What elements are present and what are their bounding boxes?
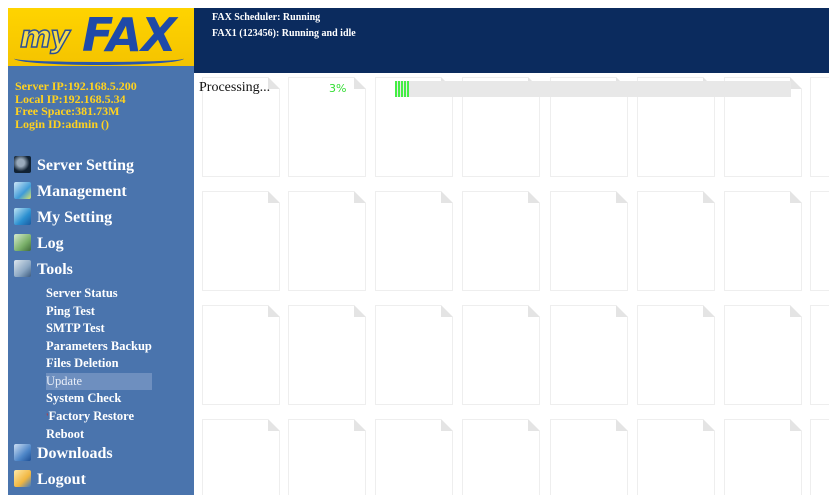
menu-log-label: Log — [37, 235, 64, 252]
thumbnail-tile — [724, 419, 802, 495]
thumbnail-tile — [375, 305, 453, 405]
submenu-update-label: Update — [46, 373, 83, 388]
thumbnail-tile — [202, 191, 280, 291]
thumbnail-tile — [462, 191, 540, 291]
thumbnail-tile — [288, 191, 366, 291]
menu-server-setting-label: Server Setting — [37, 157, 135, 174]
thumbnail-tile — [810, 191, 829, 291]
processing-row: Processing... 3% — [194, 73, 829, 99]
submenu-ping-test[interactable]: Ping Test — [46, 303, 152, 321]
submenu-server-status[interactable]: Server Status — [46, 285, 152, 303]
submenu-system-check[interactable]: System Check — [46, 390, 152, 408]
thumbnail-tile — [637, 419, 715, 495]
thumbnail-tile — [550, 419, 628, 495]
fax-line-status: FAX1 (123456): Running and idle — [212, 28, 356, 39]
menu-management[interactable]: Management — [14, 180, 127, 204]
menu-logout-label: Logout — [37, 471, 86, 488]
logo-my-text: my — [19, 19, 70, 56]
menu-my-setting-label: My Setting — [37, 209, 113, 226]
menu-tools[interactable]: Tools — [14, 258, 73, 282]
server-icon — [14, 155, 31, 173]
thumbnail-tile — [375, 419, 453, 495]
menu-my-setting[interactable]: My Setting — [14, 206, 112, 230]
server-info: Server IP:192.168.5.200 Local IP:192.168… — [15, 80, 193, 130]
thumbnail-tile — [550, 305, 628, 405]
submenu-reboot[interactable]: Reboot — [46, 426, 152, 444]
fax-scheduler-status: FAX Scheduler: Running — [212, 12, 321, 23]
submenu-parameters-backup[interactable]: Parameters Backup — [46, 338, 152, 356]
status-header: FAX Scheduler: Running FAX1 (123456): Ru… — [194, 8, 829, 73]
submenu-factory-restore-label: Factory Restore — [48, 408, 135, 423]
menu-downloads[interactable]: Downloads — [14, 442, 113, 466]
thumbnail-tile — [288, 419, 366, 495]
management-icon — [14, 181, 31, 199]
thumbnail-tile — [288, 305, 366, 405]
logout-icon — [14, 469, 31, 487]
submenu-factory-restore[interactable]: 'Factory Restore — [46, 408, 152, 427]
thumbnail-tile — [724, 305, 802, 405]
login-id: Login ID:admin () — [15, 116, 110, 131]
menu-tools-label: Tools — [37, 261, 73, 278]
thumbnail-tile — [462, 419, 540, 495]
progress-bar-fill — [395, 81, 409, 97]
thumbnail-tile — [202, 419, 280, 495]
downloads-icon — [14, 443, 31, 461]
thumbnail-tile — [810, 305, 829, 405]
tools-submenu: Server Status Ping Test SMTP Test Parame… — [46, 285, 152, 444]
tools-icon — [14, 259, 31, 277]
menu-log[interactable]: Log — [14, 232, 64, 256]
thumbnail-tile — [724, 191, 802, 291]
menu-server-setting[interactable]: Server Setting — [14, 154, 134, 178]
submenu-files-deletion[interactable]: Files Deletion — [46, 355, 152, 373]
log-icon — [14, 233, 31, 251]
free-space: Free Space:381.73M — [15, 104, 120, 118]
main-content: Processing... 3% — [194, 73, 829, 495]
my-setting-icon — [14, 207, 31, 225]
sidebar: my FAX Server IP:192.168.5.200 Local IP:… — [8, 8, 194, 495]
server-ip: Server IP:192.168.5.200 — [15, 79, 137, 93]
progress-percent: 3% — [329, 82, 347, 95]
thumbnail-tile — [637, 305, 715, 405]
submenu-update[interactable]: Update — [46, 372, 152, 390]
menu-downloads-label: Downloads — [37, 445, 113, 462]
thumbnail-tile — [810, 419, 829, 495]
myfax-logo: my FAX — [8, 8, 194, 66]
logo-swoosh — [14, 52, 184, 65]
thumbnail-tile — [550, 191, 628, 291]
thumbnail-tile — [202, 305, 280, 405]
thumbnail-tile — [375, 191, 453, 291]
progress-bar — [395, 81, 791, 97]
processing-label: Processing... — [199, 80, 271, 95]
submenu-smtp-test[interactable]: SMTP Test — [46, 320, 152, 338]
menu-logout[interactable]: Logout — [14, 468, 86, 492]
thumbnail-tile — [637, 191, 715, 291]
thumbnail-tile — [462, 305, 540, 405]
menu-management-label: Management — [37, 183, 127, 200]
